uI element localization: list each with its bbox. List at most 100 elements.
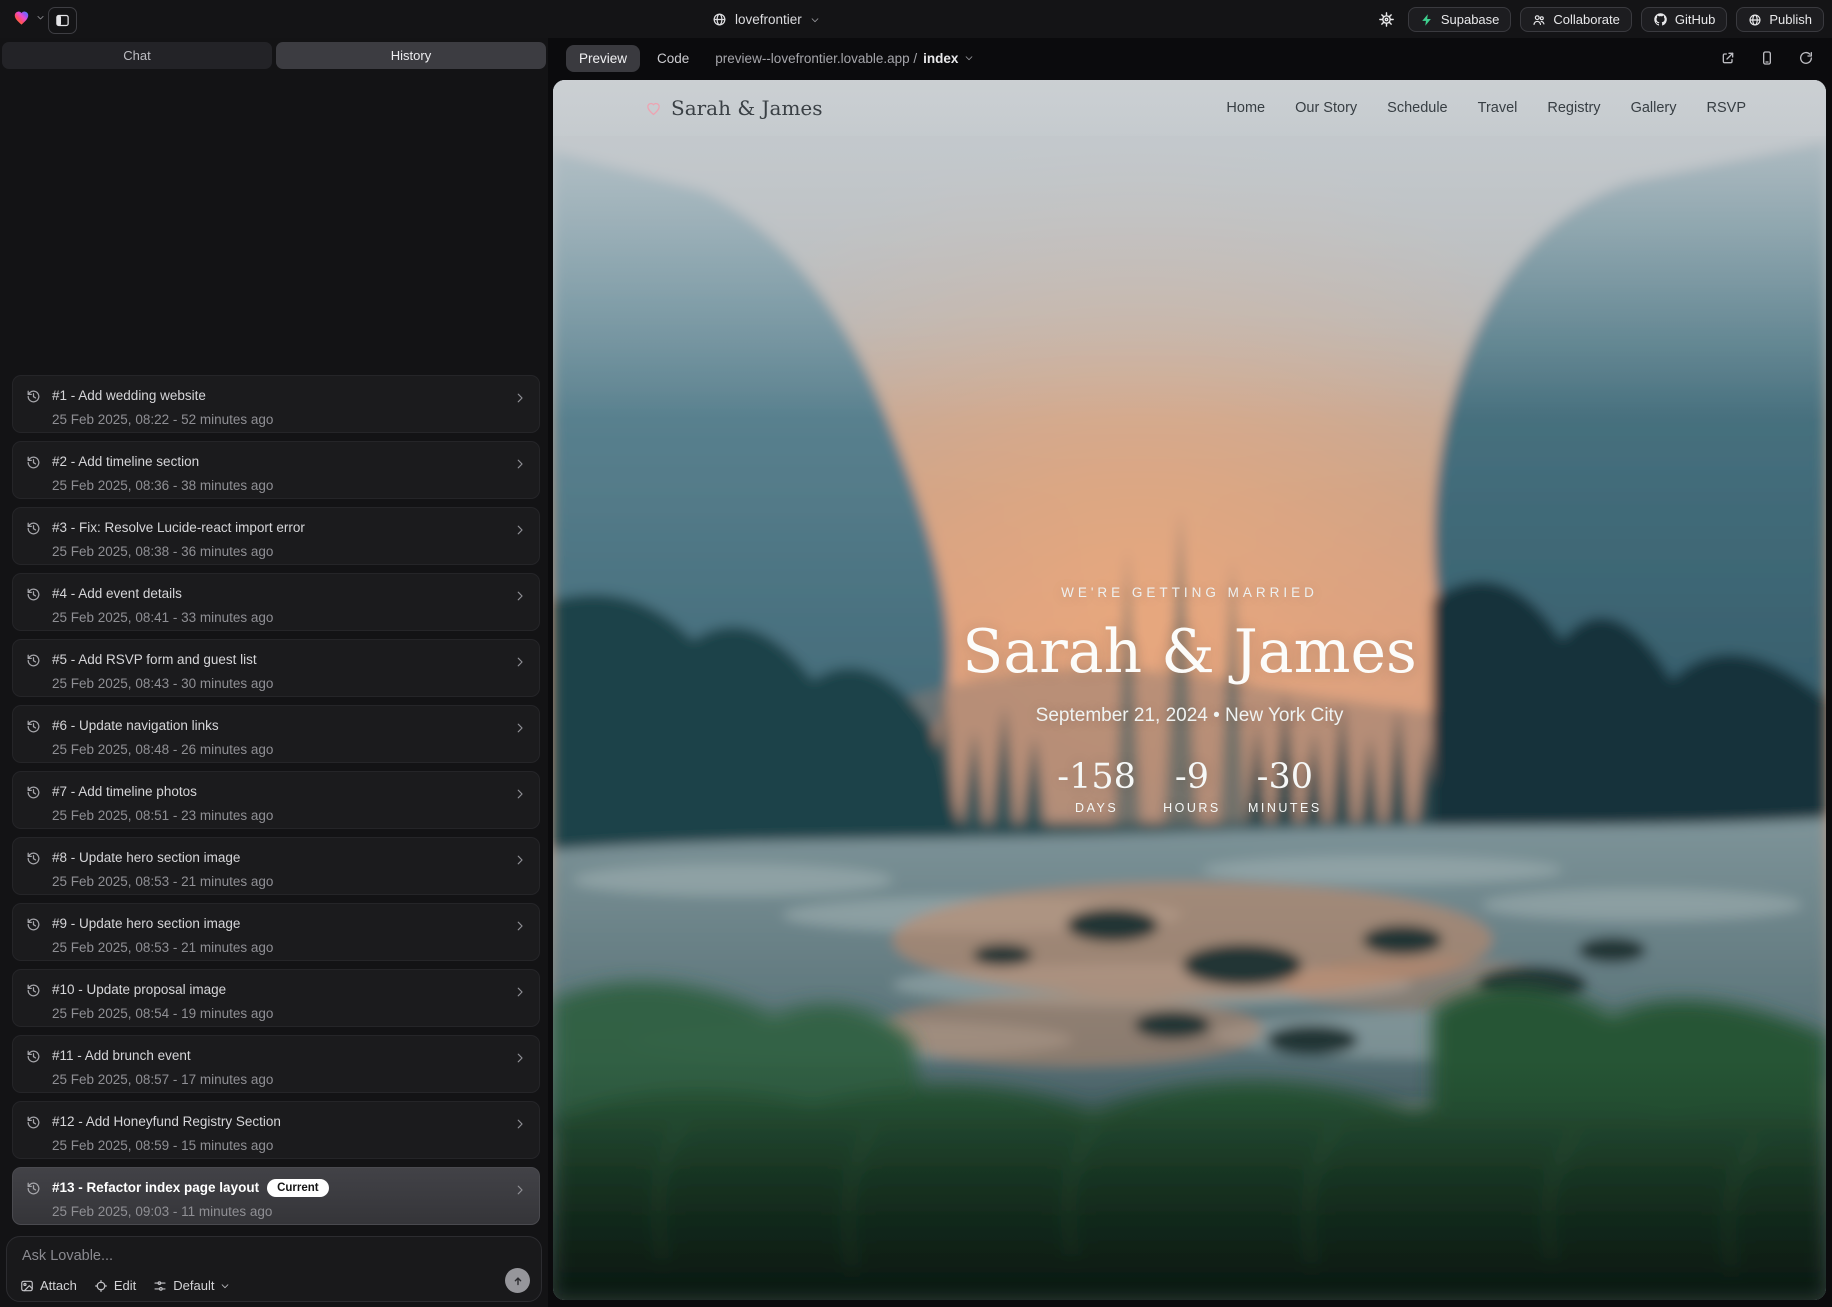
project-name: lovefrontier: [735, 12, 802, 27]
history-item-timestamp: 25 Feb 2025, 08:54 - 19 minutes ago: [52, 1006, 513, 1021]
countdown-days: -158DAYS: [1057, 757, 1136, 815]
chevron-right-icon[interactable]: [513, 655, 527, 669]
nav-link-home[interactable]: Home: [1226, 100, 1265, 116]
history-item-title: #3 - Fix: Resolve Lucide-react import er…: [52, 520, 305, 535]
history-restore-icon: [26, 785, 41, 800]
chat-history-panel: Chat History #1 - Add wedding website 25…: [0, 38, 548, 1307]
hero-eyebrow: WE'RE GETTING MARRIED: [553, 585, 1826, 600]
history-item[interactable]: #10 - Update proposal image 25 Feb 2025,…: [12, 969, 540, 1027]
mobile-view-icon[interactable]: [1759, 50, 1775, 66]
history-item[interactable]: #4 - Add event details 25 Feb 2025, 08:4…: [12, 573, 540, 631]
site-nav: Home Our Story Schedule Travel Registry Galle…: [1226, 100, 1746, 116]
countdown: -158DAYS -9 HOURS -30MINUTES: [553, 757, 1826, 815]
nav-link-travel[interactable]: Travel: [1478, 100, 1518, 116]
history-item[interactable]: #9 - Update hero section image 25 Feb 20…: [12, 903, 540, 961]
supabase-button[interactable]: Supabase: [1408, 7, 1512, 32]
history-item-title: #1 - Add wedding website: [52, 388, 206, 403]
collaborate-label: Collaborate: [1553, 12, 1620, 27]
history-restore-icon: [26, 1181, 41, 1196]
lovable-logo-menu[interactable]: [12, 8, 45, 27]
site-logo[interactable]: Sarah & James: [645, 96, 823, 120]
chevron-right-icon[interactable]: [513, 985, 527, 999]
history-item-timestamp: 25 Feb 2025, 08:36 - 38 minutes ago: [52, 478, 513, 493]
chevron-down-icon: [964, 53, 974, 63]
history-item[interactable]: #13 - Refactor index page layoutCurrent …: [12, 1167, 540, 1225]
history-item[interactable]: #7 - Add timeline photos 25 Feb 2025, 08…: [12, 771, 540, 829]
mode-select[interactable]: Default: [153, 1278, 230, 1293]
history-item-timestamp: 25 Feb 2025, 08:51 - 23 minutes ago: [52, 808, 513, 823]
tab-history[interactable]: History: [276, 42, 546, 69]
settings-button[interactable]: [1378, 11, 1395, 28]
chat-input[interactable]: Ask Lovable...: [22, 1248, 113, 1264]
countdown-minutes: -30MINUTES: [1248, 757, 1322, 815]
chevron-right-icon[interactable]: [513, 1183, 527, 1197]
history-item[interactable]: #3 - Fix: Resolve Lucide-react import er…: [12, 507, 540, 565]
history-item[interactable]: #8 - Update hero section image 25 Feb 20…: [12, 837, 540, 895]
history-item[interactable]: #2 - Add timeline section 25 Feb 2025, 0…: [12, 441, 540, 499]
nav-link-schedule[interactable]: Schedule: [1387, 100, 1447, 116]
countdown-value: -158: [1057, 757, 1136, 797]
chevron-right-icon[interactable]: [513, 523, 527, 537]
site-header: Sarah & James Home Our Story Schedule Trave…: [553, 80, 1826, 136]
current-badge: Current: [267, 1179, 329, 1197]
history-item-timestamp: 25 Feb 2025, 08:57 - 17 minutes ago: [52, 1072, 513, 1087]
attach-button[interactable]: Attach: [20, 1278, 77, 1293]
history-item-title: #11 - Add brunch event: [52, 1048, 191, 1063]
tab-code[interactable]: Code: [657, 51, 689, 66]
history-item[interactable]: #5 - Add RSVP form and guest list 25 Feb…: [12, 639, 540, 697]
panel-left-icon: [55, 13, 70, 28]
publish-label: Publish: [1769, 12, 1812, 27]
github-label: GitHub: [1675, 12, 1715, 27]
edit-button[interactable]: Edit: [94, 1278, 136, 1293]
mode-label: Default: [173, 1278, 214, 1293]
chevron-right-icon[interactable]: [513, 853, 527, 867]
chevron-right-icon[interactable]: [513, 589, 527, 603]
history-item[interactable]: #6 - Update navigation links 25 Feb 2025…: [12, 705, 540, 763]
project-switcher[interactable]: lovefrontier: [712, 7, 820, 32]
refresh-icon[interactable]: [1798, 50, 1814, 66]
preview-toolbar: Preview Code preview--lovefrontier.lovab…: [553, 38, 1826, 78]
users-icon: [1532, 13, 1546, 27]
history-item[interactable]: #1 - Add wedding website 25 Feb 2025, 08…: [12, 375, 540, 433]
open-external-icon[interactable]: [1720, 50, 1736, 66]
nav-link-gallery[interactable]: Gallery: [1631, 100, 1677, 116]
chevron-down-icon: [36, 13, 45, 22]
chevron-right-icon[interactable]: [513, 457, 527, 471]
countdown-label: MINUTES: [1248, 801, 1322, 815]
countdown-value: -9: [1160, 757, 1224, 797]
preview-url-page: index: [923, 51, 958, 66]
sidebar-toggle-button[interactable]: [48, 7, 77, 34]
preview-url[interactable]: preview--lovefrontier.lovable.app / inde…: [715, 51, 974, 66]
history-restore-icon: [26, 653, 41, 668]
history-item-timestamp: 25 Feb 2025, 08:41 - 33 minutes ago: [52, 610, 513, 625]
chevron-right-icon[interactable]: [513, 919, 527, 933]
chevron-right-icon[interactable]: [513, 1117, 527, 1131]
tab-preview[interactable]: Preview: [566, 45, 640, 72]
chevron-right-icon[interactable]: [513, 721, 527, 735]
chevron-right-icon[interactable]: [513, 787, 527, 801]
chevron-right-icon[interactable]: [513, 1051, 527, 1065]
nav-link-rsvp[interactable]: RSVP: [1707, 100, 1747, 116]
collaborate-button[interactable]: Collaborate: [1520, 7, 1632, 32]
history-item[interactable]: #12 - Add Honeyfund Registry Section 25 …: [12, 1101, 540, 1159]
tab-chat[interactable]: Chat: [2, 42, 272, 69]
arrow-up-icon: [511, 1274, 525, 1288]
history-item-title: #7 - Add timeline photos: [52, 784, 197, 799]
chevron-right-icon[interactable]: [513, 391, 527, 405]
github-button[interactable]: GitHub: [1641, 7, 1727, 32]
site-preview-viewport: Sarah & James Home Our Story Schedule Trave…: [553, 80, 1826, 1300]
chat-composer[interactable]: Ask Lovable... Attach Edit Default: [6, 1236, 542, 1302]
nav-link-our-story[interactable]: Our Story: [1295, 100, 1357, 116]
publish-button[interactable]: Publish: [1736, 7, 1824, 32]
history-restore-icon: [26, 521, 41, 536]
history-item[interactable]: #11 - Add brunch event 25 Feb 2025, 08:5…: [12, 1035, 540, 1093]
history-item-timestamp: 25 Feb 2025, 09:03 - 11 minutes ago: [52, 1204, 513, 1219]
history-item-title: #8 - Update hero section image: [52, 850, 240, 865]
send-button[interactable]: [505, 1268, 530, 1293]
history-item-timestamp: 25 Feb 2025, 08:53 - 21 minutes ago: [52, 874, 513, 889]
countdown-label: HOURS: [1160, 801, 1224, 815]
nav-link-registry[interactable]: Registry: [1547, 100, 1600, 116]
topbar-actions: Supabase Collaborate GitHub Publish: [1378, 7, 1824, 32]
github-icon: [1653, 12, 1668, 27]
gear-icon: [1378, 11, 1395, 28]
